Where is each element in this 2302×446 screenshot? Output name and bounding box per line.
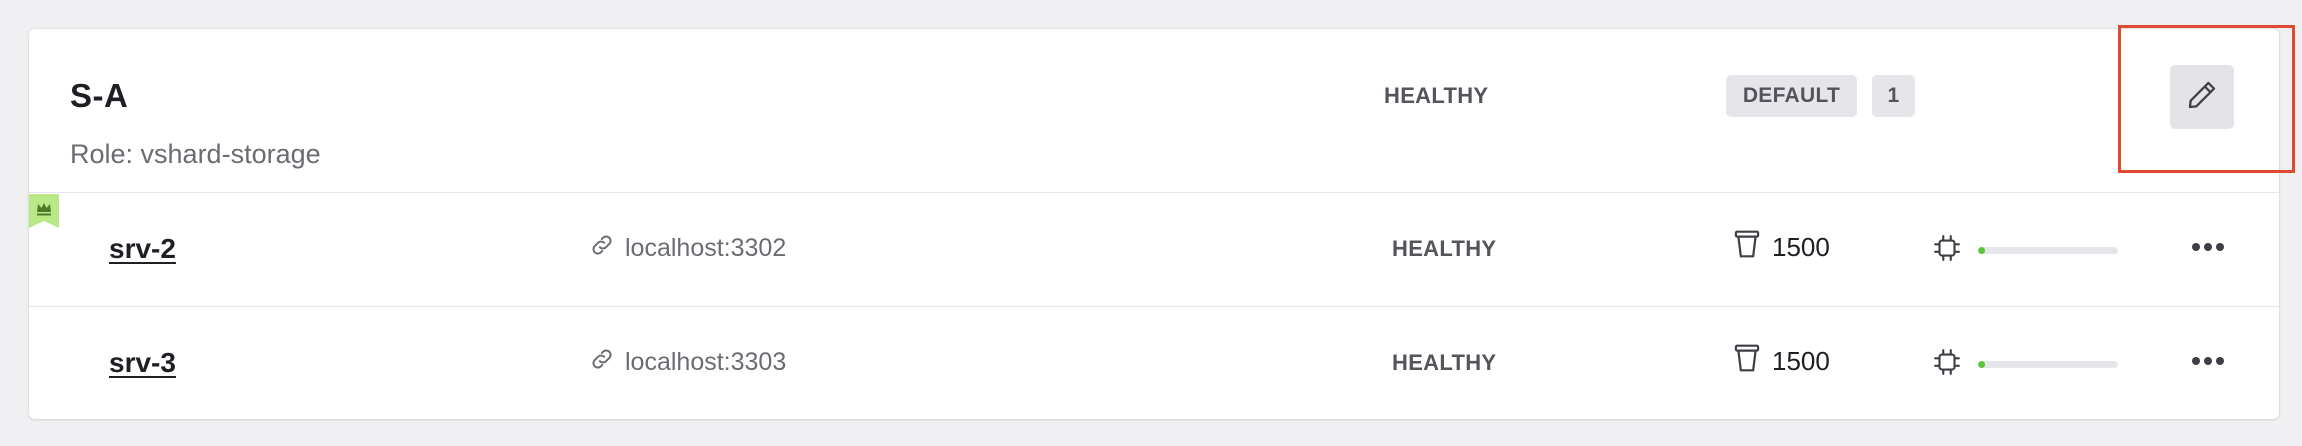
weight-badge: 1 [1872,75,1915,117]
server-buckets: 1500 [1732,228,1830,267]
server-memory-usage [1932,233,2118,268]
server-row: srv-2 localhost:3302 HEALTHY 1500 [29,193,2279,307]
bucket-icon [1732,228,1762,267]
link-icon [589,346,615,379]
more-icon [2191,353,2225,371]
more-icon [2191,239,2225,257]
link-icon [589,232,615,265]
replicaset-role: Role: vshard-storage [70,139,321,169]
server-uri: localhost:3302 [589,232,786,265]
server-status: HEALTHY [1392,236,1497,261]
server-more-button[interactable] [2186,345,2230,379]
server-uri: localhost:3303 [589,346,786,379]
memory-progress-bar [1978,247,2118,254]
replicaset-card: S-A Role: vshard-storage HEALTHY DEFAULT… [29,29,2279,419]
server-alias-link[interactable]: srv-3 [109,347,176,379]
chip-icon [1932,347,1962,382]
server-uri-text: localhost:3302 [625,234,787,262]
server-buckets: 1500 [1732,342,1830,381]
server-uri-text: localhost:3303 [625,348,787,376]
server-buckets-count: 1500 [1772,232,1830,262]
server-more-button[interactable] [2186,231,2230,265]
server-alias-link[interactable]: srv-2 [109,233,176,265]
replicaset-status: HEALTHY [1384,83,1489,108]
replicaset-name: S-A [70,77,129,114]
pencil-icon [2185,78,2219,117]
vshard-group-badge: DEFAULT [1726,75,1857,117]
edit-replicaset-button[interactable] [2170,65,2234,129]
replicaset-header: S-A Role: vshard-storage HEALTHY DEFAULT… [29,29,2279,193]
memory-progress-fill [1978,247,1985,254]
memory-progress-bar [1978,361,2118,368]
memory-progress-fill [1978,361,1985,368]
server-row: srv-3 localhost:3303 HEALTHY 1500 [29,307,2279,420]
bucket-icon [1732,342,1762,381]
server-status: HEALTHY [1392,350,1497,375]
server-memory-usage [1932,347,2118,382]
page-background [0,0,2302,10]
chip-icon [1932,233,1962,268]
server-buckets-count: 1500 [1772,346,1830,376]
